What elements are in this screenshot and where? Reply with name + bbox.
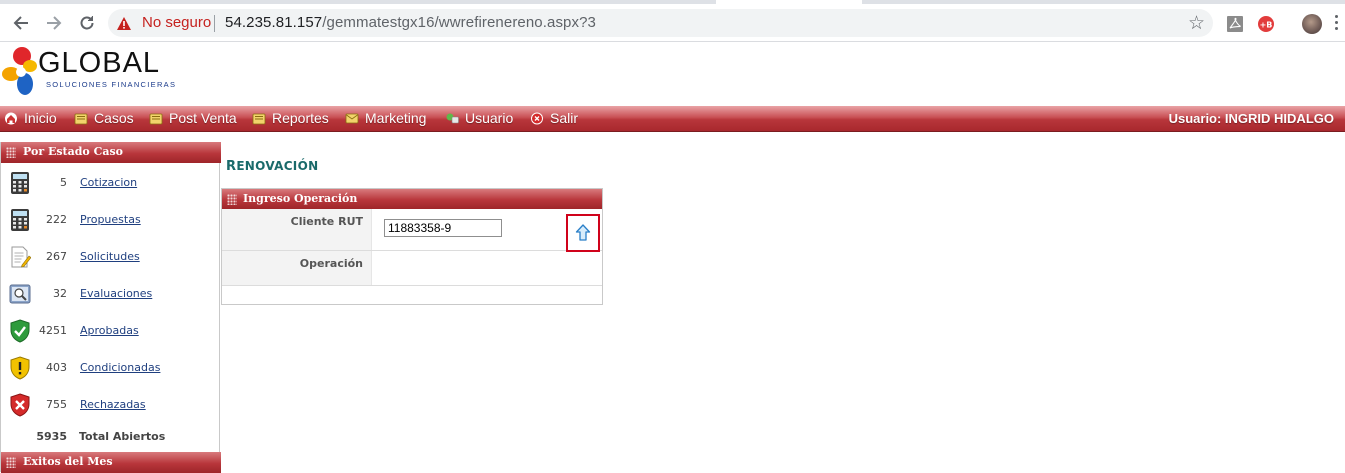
forward-arrow-icon[interactable] xyxy=(43,12,65,34)
red-shield-x-icon xyxy=(10,393,30,417)
folder-icon xyxy=(252,113,266,124)
ingreso-operacion-panel: Ingreso Operación Cliente RUT Operación xyxy=(221,188,603,305)
page-title-rest: ENOVACIÓN xyxy=(236,159,319,173)
current-user-label: Usuario: INGRID HIDALGO xyxy=(1168,111,1334,126)
nav-item-marketing[interactable]: Marketing xyxy=(345,110,426,126)
case-link[interactable]: Evaluaciones xyxy=(80,287,152,300)
nav-label: Post Venta xyxy=(169,110,237,126)
calculator-icon xyxy=(11,209,29,231)
panel-title: Ingreso Operación xyxy=(243,192,358,205)
cliente-rut-input[interactable] xyxy=(384,219,502,237)
sidebar-header: Por Estado Caso xyxy=(1,142,221,163)
nav-label: Inicio xyxy=(24,110,57,126)
sidebar-item-condicionadas: 403 Condicionadas xyxy=(1,350,221,387)
profile-avatar[interactable] xyxy=(1302,14,1322,34)
total-count: 5935 xyxy=(36,430,67,443)
status-sidebar: Por Estado Caso 5 Cotizacion 222 Propues… xyxy=(0,142,221,473)
nav-label: Salir xyxy=(550,110,579,126)
nav-label: Reportes xyxy=(272,110,329,126)
sidebar-item-solicitudes: 267 Solicitudes xyxy=(1,239,221,276)
grip-icon xyxy=(227,194,237,205)
svg-text:+B: +B xyxy=(1260,21,1273,30)
user-icon xyxy=(446,113,459,123)
sidebar-header-exitos: Exitos del Mes xyxy=(1,452,221,473)
url-host: 54.235.81.157 xyxy=(225,14,323,31)
panel-header: Ingreso Operación xyxy=(222,189,602,209)
sidebar-item-propuestas: 222 Propuestas xyxy=(1,202,221,239)
sidebar-item-cotizacion: 5 Cotizacion xyxy=(1,165,221,202)
exit-icon xyxy=(531,112,543,124)
home-icon xyxy=(5,112,17,124)
cliente-rut-label: Cliente RUT xyxy=(290,215,363,228)
nav-item-casos[interactable]: Casos xyxy=(74,110,134,126)
folder-icon xyxy=(149,113,163,124)
nav-label: Casos xyxy=(94,110,134,126)
case-link[interactable]: Aprobadas xyxy=(80,324,139,337)
omnibox-separator xyxy=(214,15,215,32)
page-title-initial: R xyxy=(226,159,237,174)
magnifier-icon xyxy=(9,284,31,304)
case-link[interactable]: Condicionadas xyxy=(80,361,160,374)
sidebar-item-rechazadas: 755 Rechazadas xyxy=(1,387,221,424)
cliente-rut-row: Cliente RUT xyxy=(222,209,602,251)
operacion-row: Operación xyxy=(222,251,602,286)
green-shield-check-icon xyxy=(10,319,30,343)
red-extension-icon[interactable]: +B xyxy=(1257,15,1275,33)
case-count: 5 xyxy=(60,176,67,189)
pdf-extension-icon[interactable] xyxy=(1226,15,1244,33)
sidebar-total-row: 5935 Total Abiertos xyxy=(1,428,221,448)
operacion-label: Operación xyxy=(299,257,363,270)
sidebar-item-evaluaciones: 32 Evaluaciones xyxy=(1,276,221,313)
folder-icon xyxy=(74,113,88,124)
cliente-rut-label-cell: Cliente RUT xyxy=(222,209,372,250)
grip-icon xyxy=(6,147,16,158)
calculator-icon xyxy=(11,172,29,194)
upload-button[interactable] xyxy=(566,214,600,252)
grip-icon xyxy=(6,457,16,468)
case-link[interactable]: Propuestas xyxy=(80,213,141,226)
case-link[interactable]: Cotizacion xyxy=(80,176,137,189)
sidebar-second-title: Exitos del Mes xyxy=(23,455,113,468)
nav-item-salir[interactable]: Salir xyxy=(530,110,578,126)
case-count: 755 xyxy=(46,398,67,411)
logo-tagline: SOLUCIONES FINANCIERAS xyxy=(46,80,177,89)
url-text[interactable]: 54.235.81.157/gemmatestgx16/wwrefirenere… xyxy=(225,14,596,31)
security-label[interactable]: No seguro xyxy=(142,14,211,31)
nav-label: Marketing xyxy=(365,110,427,126)
case-link[interactable]: Solicitudes xyxy=(80,250,140,263)
case-count: 32 xyxy=(53,287,67,300)
sidebar-item-aprobadas: 4251 Aprobadas xyxy=(1,313,221,350)
logo[interactable]: GLOBAL SOLUCIONES FINANCIERAS xyxy=(0,44,175,102)
case-count: 222 xyxy=(46,213,67,226)
case-count: 267 xyxy=(46,250,67,263)
nav-item-post-venta[interactable]: Post Venta xyxy=(149,110,237,126)
page-title: RENOVACIÓN xyxy=(226,159,318,174)
main-nav-bar: Inicio Casos Post Venta Reportes Marketi… xyxy=(0,106,1345,132)
total-label: Total Abiertos xyxy=(79,430,166,443)
yellow-shield-exclamation-icon xyxy=(10,356,30,380)
up-arrow-icon xyxy=(575,224,591,241)
url-path: /gemmatestgx16/wwrefirenereno.aspx?3 xyxy=(322,14,596,31)
star-icon[interactable]: ☆ xyxy=(1188,13,1205,33)
menu-dots-icon[interactable] xyxy=(1335,15,1339,33)
nav-item-inicio[interactable]: Inicio xyxy=(4,110,57,126)
nav-item-reportes[interactable]: Reportes xyxy=(252,110,329,126)
email-icon xyxy=(345,113,359,123)
sidebar-title: Por Estado Caso xyxy=(23,145,123,158)
operacion-label-cell: Operación xyxy=(222,251,372,285)
document-pencil-icon xyxy=(11,246,31,268)
nav-label: Usuario xyxy=(465,110,514,126)
case-count: 403 xyxy=(46,361,67,374)
case-link[interactable]: Rechazadas xyxy=(80,398,146,411)
reload-icon[interactable] xyxy=(76,12,98,34)
browser-toolbar: No seguro 54.235.81.157/gemmatestgx16/ww… xyxy=(0,4,1345,42)
case-count: 4251 xyxy=(39,324,67,337)
logo-wordmark: GLOBAL xyxy=(38,47,161,79)
address-bar[interactable]: No seguro 54.235.81.157/gemmatestgx16/ww… xyxy=(108,9,1213,37)
nav-item-usuario[interactable]: Usuario xyxy=(445,110,513,126)
back-arrow-icon[interactable] xyxy=(10,12,32,34)
warning-icon[interactable] xyxy=(116,16,132,31)
